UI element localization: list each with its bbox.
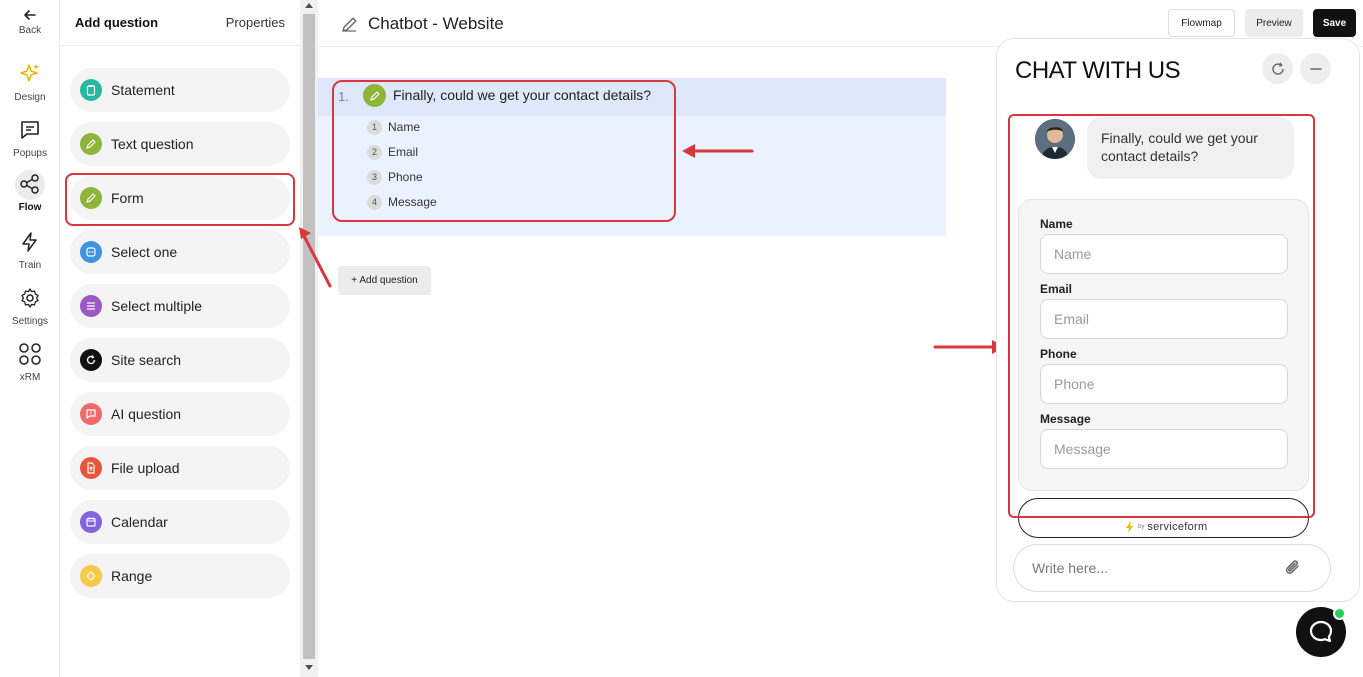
panel-header: Add question Properties: [60, 0, 300, 46]
back-label: Back: [18, 25, 42, 36]
grid-icon: [15, 340, 45, 370]
share-nodes-icon: [15, 170, 45, 200]
rail-label-xrm: xRM: [19, 372, 41, 383]
message-composer[interactable]: [1013, 544, 1331, 592]
qtype-select-one[interactable]: Select one: [70, 230, 290, 274]
tab-add-question[interactable]: Add question: [75, 15, 158, 30]
flowmap-button[interactable]: Flowmap: [1168, 9, 1235, 37]
qtype-file-upload[interactable]: File upload: [70, 446, 290, 490]
clipboard-icon: [80, 79, 102, 101]
rail-label-popups: Popups: [13, 148, 47, 159]
annotation-arrow-up-left-icon: [299, 227, 332, 288]
chat-bubble-icon: [1309, 620, 1333, 643]
qtype-range[interactable]: Range: [70, 554, 290, 598]
paperclip-icon[interactable]: [1282, 557, 1304, 584]
sparkles-icon: [15, 60, 45, 90]
edit-title-icon[interactable]: [340, 14, 360, 39]
brand-name: serviceform: [1147, 521, 1208, 533]
list-icon: [80, 295, 102, 317]
scrollbar-thumb[interactable]: [303, 14, 315, 659]
select-one-icon: [80, 241, 102, 263]
message-square-icon: [15, 116, 45, 146]
powered-by-text: by: [1138, 524, 1145, 530]
chat-title: CHAT WITH US: [1015, 57, 1181, 84]
minus-icon: [1309, 67, 1322, 70]
lightning-icon: [15, 228, 45, 258]
form-highlight-box: [65, 173, 295, 226]
add-question-panel: Add question Properties Statement Text q…: [60, 0, 300, 677]
chat-launcher-button[interactable]: [1296, 607, 1346, 657]
qtype-label: Range: [111, 568, 153, 584]
annotation-arrow-left-icon: [682, 144, 754, 158]
nav-rail: Back Design Popups Flow Train Settings x…: [0, 0, 60, 677]
calendar-icon: [80, 511, 102, 533]
pencil-icon: [80, 133, 102, 155]
qtype-label: File upload: [111, 460, 180, 476]
page-title: Chatbot - Website: [368, 14, 504, 33]
online-status-dot: [1333, 607, 1346, 620]
minimize-button[interactable]: [1300, 53, 1331, 84]
add-question-button[interactable]: + Add question: [338, 266, 431, 295]
rail-label-design: Design: [14, 92, 46, 103]
qtype-label: Calendar: [111, 514, 168, 530]
arrow-left-icon: [24, 10, 36, 20]
powered-by[interactable]: by serviceform: [1125, 521, 1208, 533]
qtype-site-search[interactable]: Site search: [70, 338, 290, 382]
preview-button[interactable]: Preview: [1245, 9, 1303, 37]
qtype-calendar[interactable]: Calendar: [70, 500, 290, 544]
diamond-icon: [80, 565, 102, 587]
save-button[interactable]: Save: [1313, 9, 1356, 37]
gear-icon: [15, 284, 45, 314]
rail-item-xrm[interactable]: xRM: [0, 340, 60, 383]
scroll-up-arrow[interactable]: [305, 3, 313, 8]
file-upload-icon: [80, 457, 102, 479]
question-highlight-box: [332, 80, 676, 222]
qtype-statement[interactable]: Statement: [70, 68, 290, 112]
panel-scrollbar[interactable]: [300, 0, 318, 677]
qtype-select-multiple[interactable]: Select multiple: [70, 284, 290, 328]
rail-item-settings[interactable]: Settings: [0, 284, 60, 327]
refresh-button[interactable]: [1262, 53, 1293, 84]
rail-label-flow: Flow: [18, 202, 42, 213]
qtype-text-question[interactable]: Text question: [70, 122, 290, 166]
back-button[interactable]: Back: [0, 8, 60, 36]
rail-item-flow[interactable]: Flow: [0, 170, 60, 213]
qtype-label: Site search: [111, 352, 182, 368]
refresh-icon: [1271, 61, 1284, 75]
qtype-label: Select one: [111, 244, 178, 260]
chat-input[interactable]: [1032, 558, 1272, 578]
rail-item-popups[interactable]: Popups: [0, 116, 60, 159]
tab-properties[interactable]: Properties: [226, 15, 285, 30]
rail-label-train: Train: [18, 260, 42, 271]
qtype-label: AI question: [111, 406, 182, 422]
rail-item-train[interactable]: Train: [0, 228, 60, 271]
lightning-icon: [1126, 521, 1133, 533]
qtype-label: Select multiple: [111, 298, 203, 314]
search-refresh-icon: [80, 349, 102, 371]
qtype-label: Statement: [111, 82, 175, 98]
qtype-label: Text question: [111, 136, 194, 152]
qtype-ai-question[interactable]: AI question: [70, 392, 290, 436]
ai-chat-icon: [80, 403, 102, 425]
rail-item-design[interactable]: Design: [0, 60, 60, 103]
rail-label-settings: Settings: [11, 316, 49, 327]
chat-highlight-box: [1008, 114, 1315, 518]
scroll-down-arrow[interactable]: [305, 665, 313, 670]
